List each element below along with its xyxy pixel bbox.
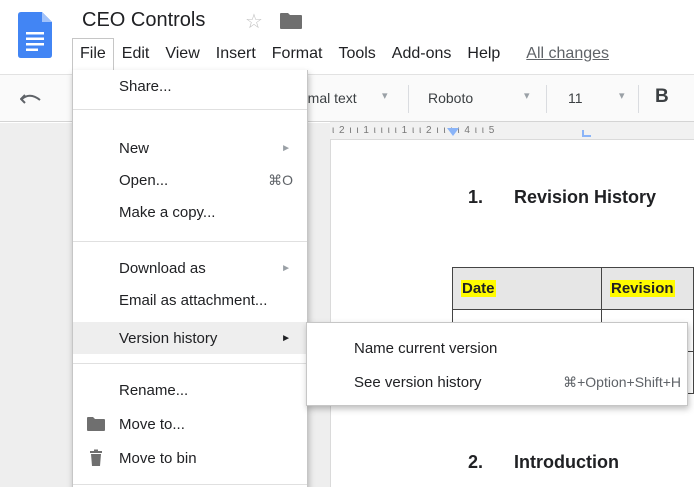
version-history-submenu: Name current version See version history… <box>306 322 688 406</box>
table-header-revision: Revision <box>610 280 675 297</box>
submenu-arrow-icon: ► <box>281 142 291 154</box>
toolbar-divider <box>546 85 547 113</box>
menu-bar: File Edit View Insert Format Tools Add-o… <box>72 38 617 70</box>
menu-item-label: Share... <box>119 77 172 95</box>
heading-text: Introduction <box>514 452 619 472</box>
heading-text: Revision History <box>514 187 657 207</box>
font-family-select[interactable]: Roboto <box>428 90 473 106</box>
horizontal-ruler[interactable]: ι 2 ι ι 1 ι ι ι ι 1 ι ι 2 ι ι ι ι 4 ι ι … <box>330 122 694 140</box>
ruler-indent-marker-icon[interactable] <box>447 128 459 138</box>
submenu-arrow-icon: ► <box>281 332 291 344</box>
menu-item-label: Name current version <box>354 339 498 357</box>
table-header-cell[interactable]: Revision <box>601 267 694 310</box>
menu-item-email-attachment[interactable]: Email as attachment... <box>73 284 307 316</box>
paragraph-style-select[interactable]: rmal text <box>303 90 357 106</box>
menu-item-move-to[interactable]: Move to... <box>73 408 307 440</box>
menu-item-version-history[interactable]: Version history ► <box>73 322 307 354</box>
menu-divider <box>73 484 307 485</box>
menu-format[interactable]: Format <box>264 39 331 69</box>
menu-addons[interactable]: Add-ons <box>384 39 460 69</box>
menu-tools[interactable]: Tools <box>330 39 383 69</box>
heading-introduction[interactable]: 2. Introduction <box>468 452 694 476</box>
menu-item-shortcut: ⌘+Option+Shift+H <box>563 373 681 390</box>
menu-item-make-copy[interactable]: Make a copy... <box>73 196 307 228</box>
google-docs-logo-icon[interactable] <box>18 12 52 58</box>
menu-divider <box>73 241 307 242</box>
menu-item-move-to-bin[interactable]: Move to bin <box>73 442 307 474</box>
menu-item-see-version-history[interactable]: See version history ⌘+Option+Shift+H <box>307 365 687 399</box>
folder-icon[interactable] <box>280 13 302 29</box>
folder-icon <box>87 417 105 431</box>
heading-number: 2. <box>468 452 484 472</box>
toolbar-divider <box>408 85 409 113</box>
menu-file[interactable]: File <box>72 38 114 70</box>
menu-item-label: Rename... <box>119 381 189 399</box>
menu-item-label: See version history <box>354 373 482 391</box>
menu-item-label: New <box>119 139 150 157</box>
toolbar-divider <box>638 85 639 113</box>
menu-help[interactable]: Help <box>459 39 508 69</box>
bold-button[interactable]: B <box>655 86 669 108</box>
submenu-arrow-icon: ► <box>281 262 291 274</box>
ruler-tab-marker-icon[interactable] <box>581 128 593 138</box>
chevron-down-icon[interactable]: ▾ <box>619 89 625 102</box>
menu-item-label: Make a copy... <box>119 203 216 221</box>
menu-divider <box>73 109 307 110</box>
menu-item-label: Download as <box>119 259 206 277</box>
trash-icon <box>90 449 102 466</box>
menu-item-share[interactable]: Share... <box>73 70 307 102</box>
font-size-select[interactable]: 11 <box>568 90 583 106</box>
table-header-cell[interactable]: Date <box>452 267 602 310</box>
menu-item-open[interactable]: Open... ⌘O <box>73 164 307 196</box>
menu-item-new[interactable]: New ► <box>73 132 307 164</box>
file-menu-dropdown: Share... New ► Open... ⌘O Make a copy...… <box>72 70 308 487</box>
document-title[interactable]: CEO Controls <box>82 9 205 32</box>
menu-item-label: Move to... <box>119 415 185 433</box>
menu-view[interactable]: View <box>157 39 207 69</box>
all-changes-saved-link[interactable]: All changes <box>518 39 617 69</box>
chevron-down-icon[interactable]: ▾ <box>524 89 530 102</box>
menu-item-shortcut: ⌘O <box>268 171 293 188</box>
menu-item-label: Version history <box>119 329 218 347</box>
table-row: Date Revision <box>452 267 694 310</box>
menu-item-download-as[interactable]: Download as ► <box>73 252 307 284</box>
chevron-down-icon[interactable]: ▾ <box>382 89 388 102</box>
star-icon[interactable]: ☆ <box>245 9 263 34</box>
menu-insert[interactable]: Insert <box>208 39 264 69</box>
menu-item-label: Email as attachment... <box>119 291 268 309</box>
menu-item-name-current-version[interactable]: Name current version <box>307 331 687 365</box>
menu-item-label: Move to bin <box>119 449 197 467</box>
heading-number: 1. <box>468 187 484 207</box>
menu-edit[interactable]: Edit <box>114 39 158 69</box>
menu-divider <box>73 363 307 364</box>
menu-item-rename[interactable]: Rename... <box>73 374 307 406</box>
table-header-date: Date <box>461 280 496 297</box>
menu-item-label: Open... <box>119 171 169 189</box>
undo-icon[interactable] <box>20 89 42 109</box>
heading-revision-history[interactable]: 1. Revision History <box>468 187 694 211</box>
